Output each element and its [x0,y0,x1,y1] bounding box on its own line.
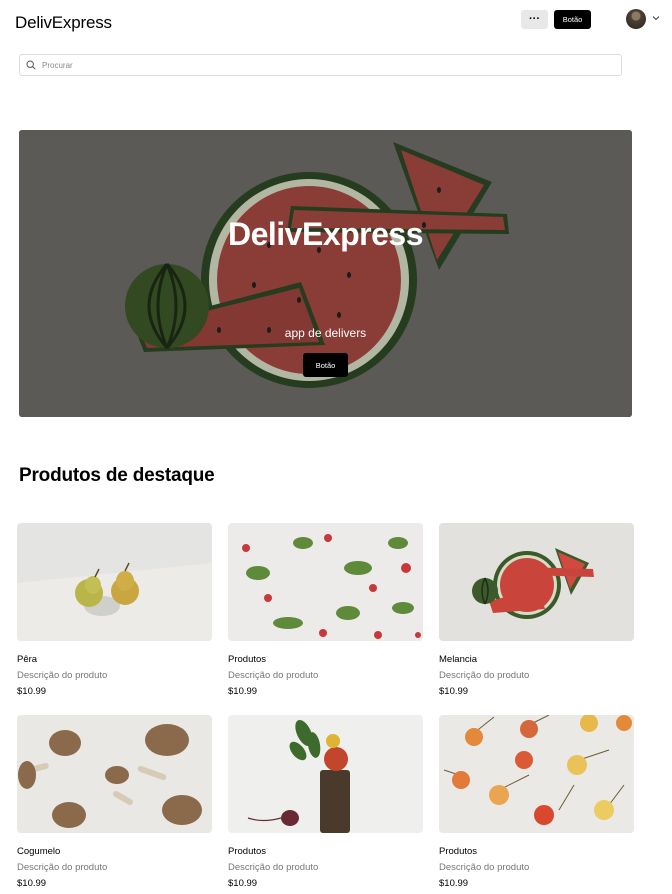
hero-button[interactable]: Botão [303,353,348,377]
product-image-vegetable-stack[interactable] [228,715,423,833]
product-name: Produtos [439,846,478,857]
search-icon [26,60,36,70]
product-name: Produtos [228,654,267,665]
product-card[interactable]: Cogumelo Descrição do produto $10.99 [17,715,212,889]
product-card[interactable]: Produtos Descrição do produto $10.99 [228,523,423,697]
product-image-radishes[interactable] [228,523,423,641]
product-description: Descrição do produto [439,670,530,681]
app-logo[interactable]: DelivExpress [15,13,112,33]
product-price: $10.99 [228,878,258,889]
more-options-button[interactable]: ··· [521,10,548,29]
product-price: $10.99 [228,686,258,697]
product-card[interactable]: Produtos Descrição do produto $10.99 [439,715,634,889]
product-description: Descrição do produto [17,862,108,873]
product-price: $10.99 [439,686,469,697]
product-description: Descrição do produto [439,862,530,873]
hero-title: DelivExpress [227,216,424,252]
hero-banner: DelivExpress app de delivers Botão [19,130,632,417]
product-image-cherries[interactable] [439,715,634,833]
product-name: Pêra [17,654,38,665]
product-card[interactable]: Pêra Descrição do produto $10.99 [17,523,212,697]
product-price: $10.99 [439,878,469,889]
product-description: Descrição do produto [228,670,319,681]
header-button[interactable]: Botão [554,10,591,29]
product-name: Produtos [228,846,267,857]
product-card[interactable]: Melancia Descrição do produto $10.99 [439,523,634,697]
search-bar[interactable] [19,54,622,76]
product-description: Descrição do produto [228,862,319,873]
top-bar: DelivExpress ··· Botão [0,0,672,46]
product-image-watermelon[interactable] [439,523,634,641]
chevron-down-icon[interactable] [651,13,661,23]
product-price: $10.99 [17,878,47,889]
avatar[interactable] [626,9,646,29]
product-description: Descrição do produto [17,670,108,681]
section-title: Produtos de destaque [19,465,215,486]
product-price: $10.99 [17,686,47,697]
product-name: Melancia [439,654,478,665]
product-image-pears[interactable] [17,523,212,641]
search-input[interactable] [42,60,602,70]
product-name: Cogumelo [17,846,61,857]
product-image-mushrooms[interactable] [17,715,212,833]
hero-subtitle: app de delivers [284,326,367,340]
product-card[interactable]: Produtos Descrição do produto $10.99 [228,715,423,889]
